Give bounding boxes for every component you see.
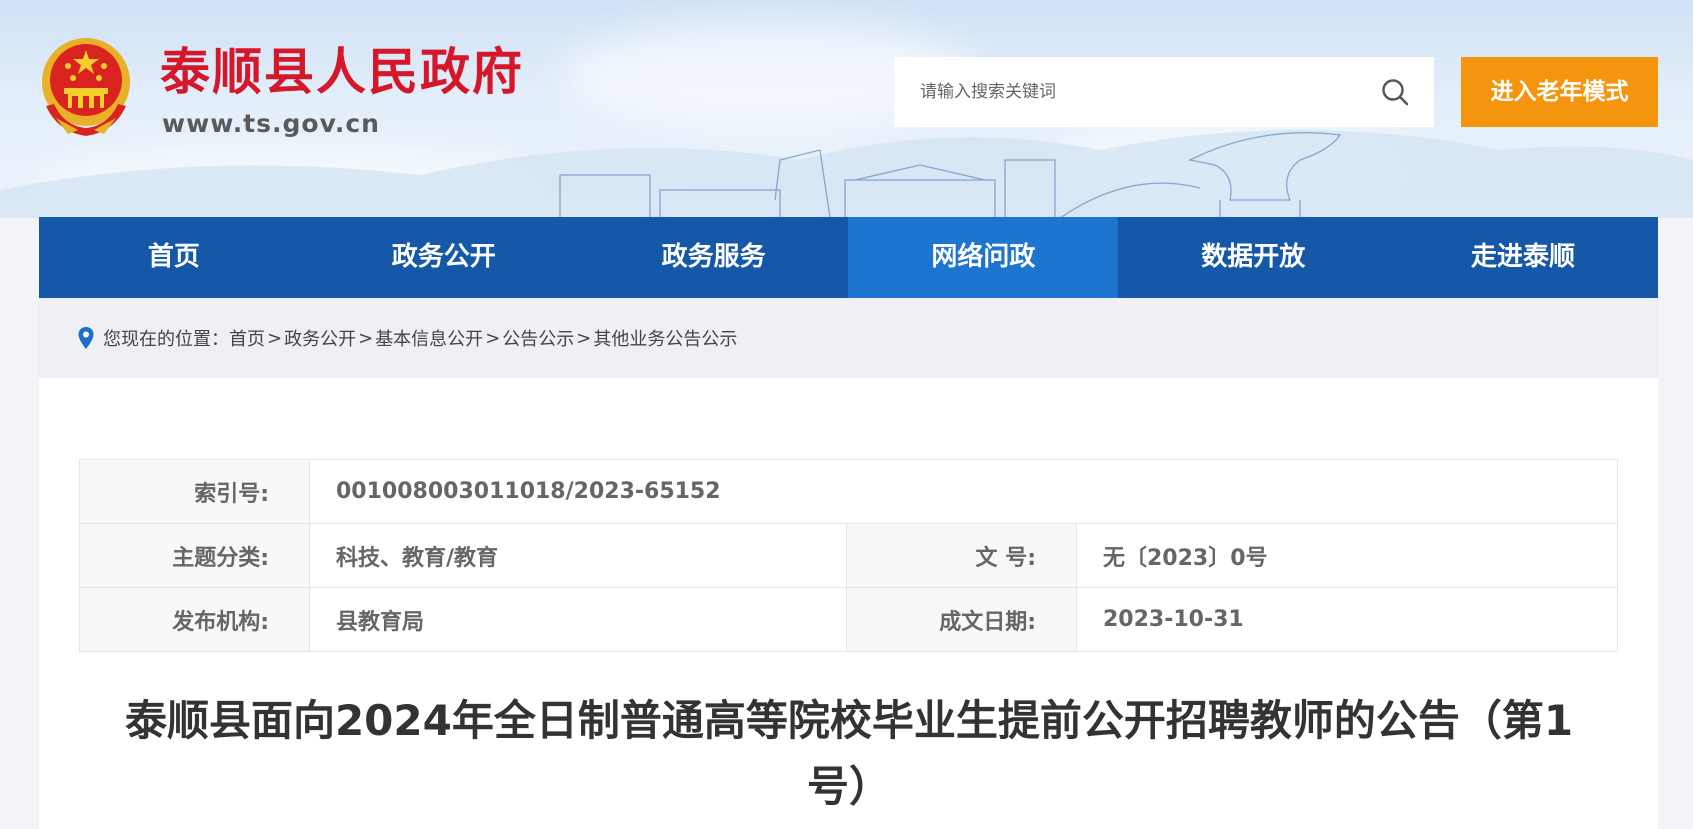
nav-item-home[interactable]: 首页 xyxy=(39,217,309,298)
nav-item-open-data[interactable]: 数据开放 xyxy=(1118,217,1388,298)
meta-row-index: 索引号: 001008003011018/2023-65152 xyxy=(79,459,1618,524)
search-input[interactable] xyxy=(920,57,1360,127)
site-title: 泰顺县人民政府 xyxy=(160,43,524,101)
meta-row-publisher: 发布机构: 县教育局 成文日期: 2023-10-31 xyxy=(79,587,1618,652)
elder-mode-button[interactable]: 进入老年模式 xyxy=(1461,57,1658,127)
breadcrumb-gov-affairs-open[interactable]: 政务公开 xyxy=(284,325,356,351)
breadcrumb-separator: > xyxy=(358,327,374,349)
written-date-label: 成文日期: xyxy=(846,587,1077,652)
document-number-value: 无〔2023〕0号 xyxy=(1076,523,1618,588)
breadcrumb-other-announcements[interactable]: 其他业务公告公示 xyxy=(593,325,737,351)
article-content: 索引号: 001008003011018/2023-65152 主题分类: 科技… xyxy=(39,378,1658,829)
breadcrumb-separator: > xyxy=(485,327,501,349)
index-number-value: 001008003011018/2023-65152 xyxy=(309,459,1618,524)
search-icon[interactable] xyxy=(1380,77,1410,107)
national-emblem-icon xyxy=(42,38,130,136)
site-header: 泰顺县人民政府 www.ts.gov.cn 进入老年模式 xyxy=(0,0,1693,218)
breadcrumb-basic-info[interactable]: 基本信息公开 xyxy=(375,325,483,351)
nav-item-gov-services[interactable]: 政务服务 xyxy=(579,217,849,298)
publisher-value: 县教育局 xyxy=(309,587,847,652)
topic-value: 科技、教育/教育 xyxy=(309,523,847,588)
breadcrumb: 您现在的位置： 首页 > 政务公开 > 基本信息公开 > 公告公示 > 其他业务… xyxy=(39,298,1658,378)
breadcrumb-prefix: 您现在的位置： xyxy=(103,329,229,350)
publisher-label: 发布机构: xyxy=(79,587,310,652)
nav-item-gov-affairs-open[interactable]: 政务公开 xyxy=(309,217,579,298)
nav-item-online-inquiry[interactable]: 网络问政 xyxy=(848,217,1119,298)
nav-item-about-taishun[interactable]: 走进泰顺 xyxy=(1388,217,1658,298)
breadcrumb-separator: > xyxy=(576,327,592,349)
search-box xyxy=(894,57,1434,127)
location-pin-icon xyxy=(78,327,94,349)
document-meta-table: 索引号: 001008003011018/2023-65152 主题分类: 科技… xyxy=(79,459,1618,652)
breadcrumb-separator: > xyxy=(267,327,283,349)
meta-row-topic: 主题分类: 科技、教育/教育 文 号: 无〔2023〕0号 xyxy=(79,523,1618,588)
topic-label: 主题分类: xyxy=(79,523,310,588)
article-title: 泰顺县面向2024年全日制普通高等院校毕业生提前公开招聘教师的公告（第1号） xyxy=(124,696,1574,811)
index-number-label: 索引号: xyxy=(79,459,310,524)
main-nav: 首页 政务公开 政务服务 网络问政 数据开放 走进泰顺 xyxy=(39,217,1658,298)
written-date-value: 2023-10-31 xyxy=(1076,587,1618,652)
breadcrumb-home[interactable]: 首页 xyxy=(229,325,265,351)
site-url: www.ts.gov.cn xyxy=(162,109,380,138)
breadcrumb-announcements[interactable]: 公告公示 xyxy=(502,325,574,351)
document-number-label: 文 号: xyxy=(846,523,1077,588)
